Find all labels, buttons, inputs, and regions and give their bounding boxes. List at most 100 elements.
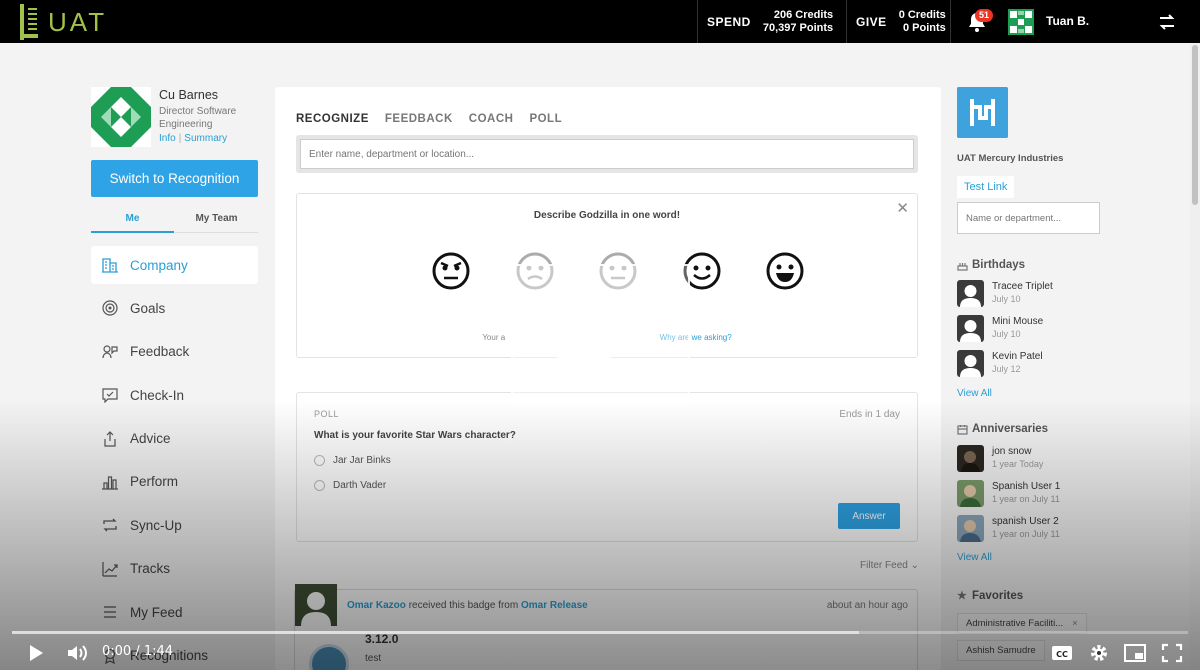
info-link[interactable]: Info	[159, 133, 176, 144]
radio-button[interactable]	[314, 480, 325, 491]
feed-text: Omar Kazoo received this badge from Omar…	[347, 600, 588, 611]
person-date: 1 year on July 11	[992, 494, 1060, 504]
poll-option[interactable]: Jar Jar Binks	[314, 455, 391, 466]
chevron-down-icon: ⌄	[910, 560, 919, 571]
poll-label: POLL	[314, 409, 340, 419]
cake-icon	[957, 262, 968, 271]
person-name: Tracee Triplet	[992, 281, 1053, 292]
poll-option[interactable]: Darth Vader	[314, 480, 386, 491]
volume-icon[interactable]	[66, 642, 90, 664]
favorite-label: Ashish Samudre	[966, 645, 1036, 656]
nav-item-sync-up[interactable]: Sync-Up	[91, 506, 258, 544]
video-frame[interactable]: UAT SPEND 206 Credits 70,397 Points GIVE…	[0, 0, 1200, 670]
answer-button[interactable]: Answer	[838, 503, 900, 529]
anniversary-person[interactable]: jon snow 1 year Today	[957, 445, 1102, 473]
switch-to-recognition-button[interactable]: Switch to Recognition	[91, 160, 258, 197]
recognize-search-input[interactable]	[300, 139, 914, 169]
poll-ends: Ends in 1 day	[839, 409, 900, 420]
feed-time: about an hour ago	[826, 600, 908, 611]
close-icon[interactable]: ✕	[896, 199, 909, 217]
captions-icon[interactable]: CC	[1050, 642, 1074, 664]
tab-my-team[interactable]: My Team	[175, 213, 258, 233]
nav-item-my-feed[interactable]: My Feed	[91, 593, 258, 631]
logo-text: UAT	[48, 6, 108, 37]
svg-text:CC: CC	[1056, 650, 1068, 659]
fullscreen-icon[interactable]	[1160, 642, 1184, 664]
tab-feedback[interactable]: FEEDBACK	[385, 113, 453, 125]
settings-gear-icon[interactable]	[1087, 642, 1111, 664]
birthday-person[interactable]: Tracee Triplet July 10	[957, 280, 1102, 308]
poll-option-label: Jar Jar Binks	[333, 455, 391, 466]
nav-label: Sync-Up	[130, 517, 182, 533]
person-avatar	[957, 445, 984, 472]
play-icon[interactable]	[25, 642, 47, 664]
user-avatar[interactable]	[1008, 9, 1034, 35]
profile-avatar[interactable]	[91, 87, 151, 147]
person-avatar	[957, 515, 984, 542]
test-link[interactable]: Test Link	[957, 176, 1015, 198]
tab-poll[interactable]: POLL	[529, 113, 562, 125]
nav-item-tracks[interactable]: Tracks	[91, 550, 258, 588]
person-date: July 12	[992, 364, 1021, 374]
summary-link[interactable]: Summary	[184, 133, 227, 144]
spend-balance[interactable]: SPEND 206 Credits 70,397 Points	[707, 0, 833, 43]
feed-avatar[interactable]	[295, 584, 337, 626]
view-all-birthdays-link[interactable]: View All	[957, 388, 992, 399]
anniversary-person[interactable]: Spanish User 1 1 year on July 11	[957, 480, 1102, 508]
view-all-anniversaries-link[interactable]: View All	[957, 552, 992, 563]
nav-item-goals[interactable]: Goals	[91, 289, 258, 327]
nav-item-perform[interactable]: Perform	[91, 463, 258, 501]
big-play-button[interactable]	[511, 264, 690, 404]
happy-face-icon[interactable]	[766, 252, 804, 290]
give-label: GIVE	[856, 14, 887, 29]
angry-face-icon[interactable]	[432, 252, 470, 290]
give-points: 0 Points	[902, 21, 946, 34]
progress-bar[interactable]	[12, 631, 1188, 634]
birthdays-title: Birthdays	[972, 259, 1026, 271]
org-name: UAT Mercury Industries	[957, 153, 1064, 164]
person-avatar	[957, 280, 984, 307]
person-avatar	[957, 315, 984, 342]
birthdays-heading: Birthdays	[957, 259, 1025, 271]
feed-recipient-link[interactable]: Omar Kazoo	[347, 600, 406, 611]
scrollbar-thumb[interactable]	[1192, 45, 1198, 205]
page-scrollbar[interactable]	[1190, 43, 1200, 670]
spend-points: 70,397 Points	[762, 21, 834, 34]
spend-label: SPEND	[707, 14, 751, 29]
give-balance[interactable]: GIVE 0 Credits 0 Points	[856, 0, 946, 43]
nav-label: Tracks	[130, 561, 170, 577]
logo-mark-icon	[20, 4, 42, 40]
miniplayer-icon[interactable]	[1123, 642, 1147, 664]
radio-button[interactable]	[314, 455, 325, 466]
tab-me[interactable]: Me	[91, 213, 174, 233]
close-icon[interactable]: ×	[1072, 618, 1078, 629]
swap-icon[interactable]	[1157, 12, 1177, 32]
tab-recognize[interactable]: RECOGNIZE	[296, 113, 369, 125]
feed-note: test	[365, 653, 382, 664]
feed-badge-title: 3.12.0	[365, 632, 399, 646]
person-date: July 10	[992, 294, 1021, 304]
filter-feed-dropdown[interactable]: Filter Feed ⌄	[860, 560, 919, 571]
person-date: 1 year Today	[992, 459, 1044, 469]
nav-item-feedback[interactable]: Feedback	[91, 333, 258, 371]
birthday-person[interactable]: Mini Mouse July 10	[957, 315, 1102, 343]
nav-item-advice[interactable]: Advice	[91, 420, 258, 458]
nav-item-company[interactable]: Company	[91, 246, 258, 284]
anniversaries-title: Anniversaries	[972, 423, 1049, 435]
profile-links: Info | Summary	[159, 133, 228, 144]
nav-item-check-in[interactable]: Check-In	[91, 376, 258, 414]
person-date: July 10	[992, 329, 1021, 339]
nav-label: Feedback	[130, 344, 190, 360]
tab-coach[interactable]: COACH	[469, 113, 514, 125]
anniversary-person[interactable]: spanish User 2 1 year on July 11	[957, 515, 1102, 543]
app-logo[interactable]: UAT	[20, 4, 107, 40]
user-name[interactable]: Tuan B.	[1046, 14, 1089, 28]
people-search-input[interactable]	[957, 202, 1100, 234]
time-display: 0:00 / 1:44	[102, 644, 174, 659]
org-logo[interactable]	[957, 87, 1008, 138]
favorite-chip[interactable]: Ashish Samudre	[957, 640, 1045, 661]
birthday-person[interactable]: Kevin Patel July 12	[957, 350, 1102, 378]
feed-sender-link[interactable]: Omar Release	[521, 600, 588, 611]
checkin-icon	[102, 388, 118, 404]
recognize-search-wrapper	[296, 135, 918, 173]
